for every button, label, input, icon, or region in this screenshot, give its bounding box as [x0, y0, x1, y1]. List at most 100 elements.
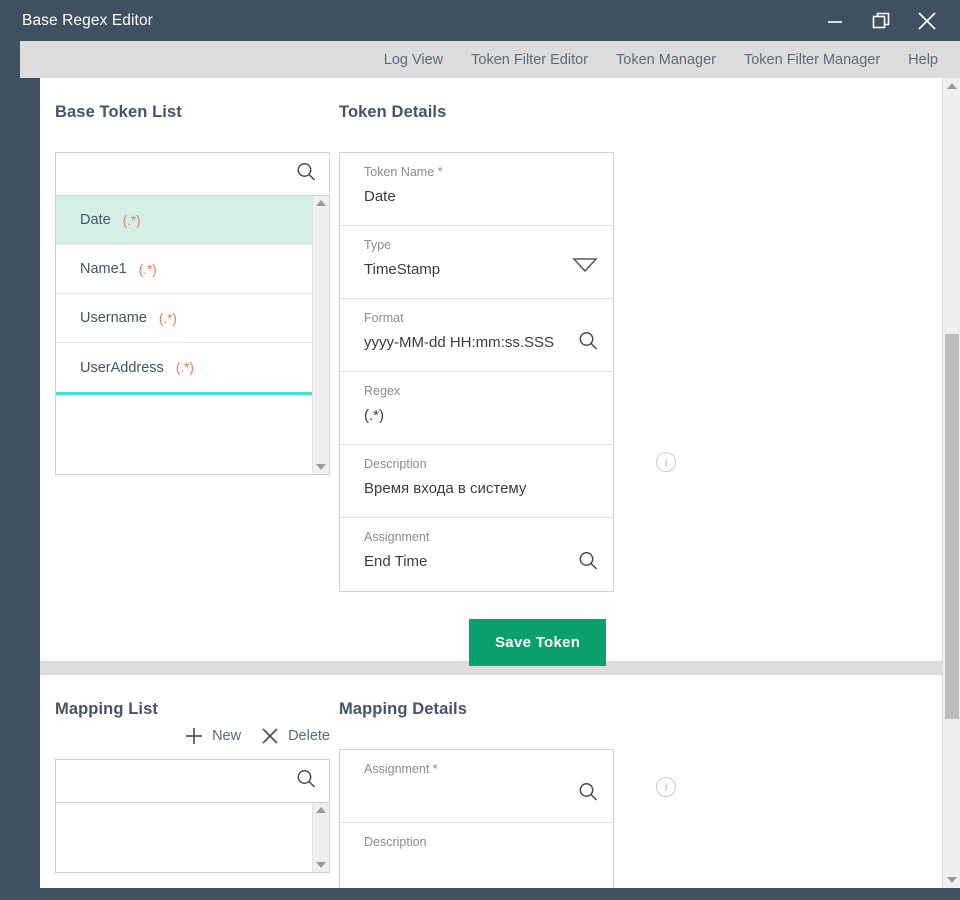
- list-item[interactable]: Name1 (.*): [56, 245, 312, 294]
- mapping-details-panel: Mapping Details Assignment * Description…: [335, 675, 942, 888]
- token-card: Base Token List Date (.*) Name1 (.*) Use…: [20, 78, 942, 666]
- mapping-details-title: Mapping Details: [339, 700, 468, 718]
- token-list-scrollbar[interactable]: [312, 196, 329, 474]
- base-token-list-panel: Base Token List Date (.*) Name1 (.*) Use…: [20, 78, 335, 666]
- close-button[interactable]: [904, 0, 950, 41]
- page-scroll-down-arrow-icon[interactable]: [946, 877, 957, 883]
- mapping-listbox: [55, 803, 330, 873]
- search-icon: [295, 768, 317, 795]
- info-icon[interactable]: i: [656, 452, 676, 472]
- field-value: End Time: [364, 553, 428, 570]
- token-details-panel: Token Details Token Name * Date Type Tim…: [335, 78, 942, 666]
- field-value: [364, 785, 597, 804]
- field-description[interactable]: Description Время входа в систему: [340, 445, 613, 518]
- drop-indicator-line: [56, 392, 312, 395]
- token-listbox: Date (.*) Name1 (.*) Username (.*) UserA…: [55, 196, 330, 475]
- field-value: Date: [364, 188, 396, 205]
- delete-mapping-label: Delete: [288, 728, 330, 744]
- base-token-list-title: Base Token List: [55, 103, 182, 121]
- field-label: Description: [364, 457, 427, 471]
- menu-bar: Log View Token Filter Editor Token Manag…: [20, 41, 960, 78]
- field-label: Type: [364, 238, 392, 252]
- mapping-toolbar: New Delete: [55, 725, 330, 747]
- application-window: Base Regex Editor Log View Token Filter …: [0, 0, 960, 900]
- mapping-assignment-search-icon[interactable]: [577, 781, 599, 808]
- field-value: [364, 858, 597, 877]
- mapping-search-input[interactable]: [68, 773, 289, 789]
- window-title: Base Regex Editor: [22, 11, 153, 29]
- menu-item-log-view[interactable]: Log View: [370, 52, 457, 68]
- token-regex: (.*): [175, 360, 194, 375]
- field-label: Assignment: [364, 530, 430, 544]
- save-token-button[interactable]: Save Token: [469, 619, 607, 666]
- mapping-list-title: Mapping List: [55, 700, 158, 718]
- page-scroll-up-arrow-icon[interactable]: [946, 83, 957, 89]
- minimize-button[interactable]: [812, 0, 858, 41]
- token-regex: (.*): [138, 261, 157, 277]
- mapping-list-panel: Mapping List New Delete: [20, 675, 335, 888]
- assignment-search-icon[interactable]: [577, 550, 599, 577]
- menu-item-token-filter-manager[interactable]: Token Filter Manager: [730, 52, 894, 68]
- field-value: TimeStamp: [364, 261, 441, 278]
- chevron-down-icon[interactable]: [571, 257, 599, 278]
- new-mapping-label: New: [212, 728, 242, 744]
- mapping-list-scrollbar[interactable]: [312, 803, 329, 872]
- field-assignment[interactable]: Assignment End Time: [340, 518, 613, 591]
- field-label: Token Name *: [364, 165, 443, 179]
- restore-button[interactable]: [858, 0, 904, 41]
- mapping-card: Mapping List New Delete Mapping Details …: [20, 675, 942, 888]
- token-name: Date: [80, 212, 111, 228]
- minimize-icon: [828, 20, 842, 23]
- token-search-input[interactable]: [68, 166, 289, 182]
- list-item[interactable]: Username (.*): [56, 294, 312, 343]
- token-regex: (.*): [122, 212, 141, 228]
- field-label: Regex: [364, 384, 401, 398]
- window-controls: [812, 0, 950, 41]
- token-list-items: Date (.*) Name1 (.*) Username (.*) UserA…: [56, 196, 312, 474]
- list-item[interactable]: Date (.*): [56, 196, 312, 245]
- field-regex[interactable]: Regex (.*): [340, 372, 613, 445]
- menu-item-help[interactable]: Help: [894, 52, 938, 68]
- token-regex: (.*): [158, 310, 177, 326]
- scroll-up-arrow-icon[interactable]: [316, 200, 326, 206]
- scroll-down-arrow-icon[interactable]: [316, 464, 326, 470]
- token-name: Name1: [80, 261, 127, 277]
- menu-item-token-filter-editor[interactable]: Token Filter Editor: [457, 52, 602, 68]
- field-mapping-assignment[interactable]: Assignment *: [340, 750, 613, 823]
- title-bar: Base Regex Editor: [0, 0, 960, 41]
- token-name: Username: [80, 310, 147, 326]
- token-search-box[interactable]: [55, 152, 330, 196]
- restore-icon: [872, 12, 890, 28]
- close-icon: [918, 11, 936, 30]
- scroll-down-arrow-icon[interactable]: [316, 862, 326, 868]
- field-format[interactable]: Format yyyy-MM-dd HH:mm:ss.SSS: [340, 299, 613, 372]
- mapping-details-form: Assignment * Description: [339, 749, 614, 888]
- field-mapping-description[interactable]: Description: [340, 823, 613, 888]
- info-icon[interactable]: i: [656, 777, 676, 797]
- token-details-title: Token Details: [339, 103, 447, 121]
- mapping-list-items: [56, 803, 312, 872]
- window-footer: [0, 888, 960, 900]
- field-value: (.*): [364, 407, 384, 424]
- new-mapping-button[interactable]: New: [183, 725, 241, 747]
- field-token-name[interactable]: Token Name * Date: [340, 153, 613, 226]
- page-scrollbar[interactable]: [942, 78, 960, 888]
- field-type[interactable]: Type TimeStamp: [340, 226, 613, 299]
- token-name: UserAddress: [80, 359, 164, 376]
- search-icon: [295, 161, 317, 188]
- field-label: Description: [364, 835, 427, 849]
- plus-icon: [186, 728, 203, 744]
- delete-mapping-button[interactable]: Delete: [259, 725, 330, 747]
- main-content-area: Base Token List Date (.*) Name1 (.*) Use…: [20, 78, 960, 888]
- mapping-search-box[interactable]: [55, 759, 330, 803]
- list-item[interactable]: UserAddress (.*): [56, 343, 312, 392]
- menu-item-token-manager[interactable]: Token Manager: [602, 52, 730, 68]
- token-details-form: Token Name * Date Type TimeStamp Format …: [339, 152, 614, 592]
- format-search-icon[interactable]: [577, 330, 599, 357]
- page-scroll-thumb[interactable]: [945, 334, 959, 719]
- close-x-icon: [262, 728, 278, 744]
- field-value: yyyy-MM-dd HH:mm:ss.SSS: [364, 334, 555, 351]
- field-label: Assignment *: [364, 762, 438, 776]
- scroll-up-arrow-icon[interactable]: [316, 807, 326, 813]
- left-window-rail: [20, 78, 40, 888]
